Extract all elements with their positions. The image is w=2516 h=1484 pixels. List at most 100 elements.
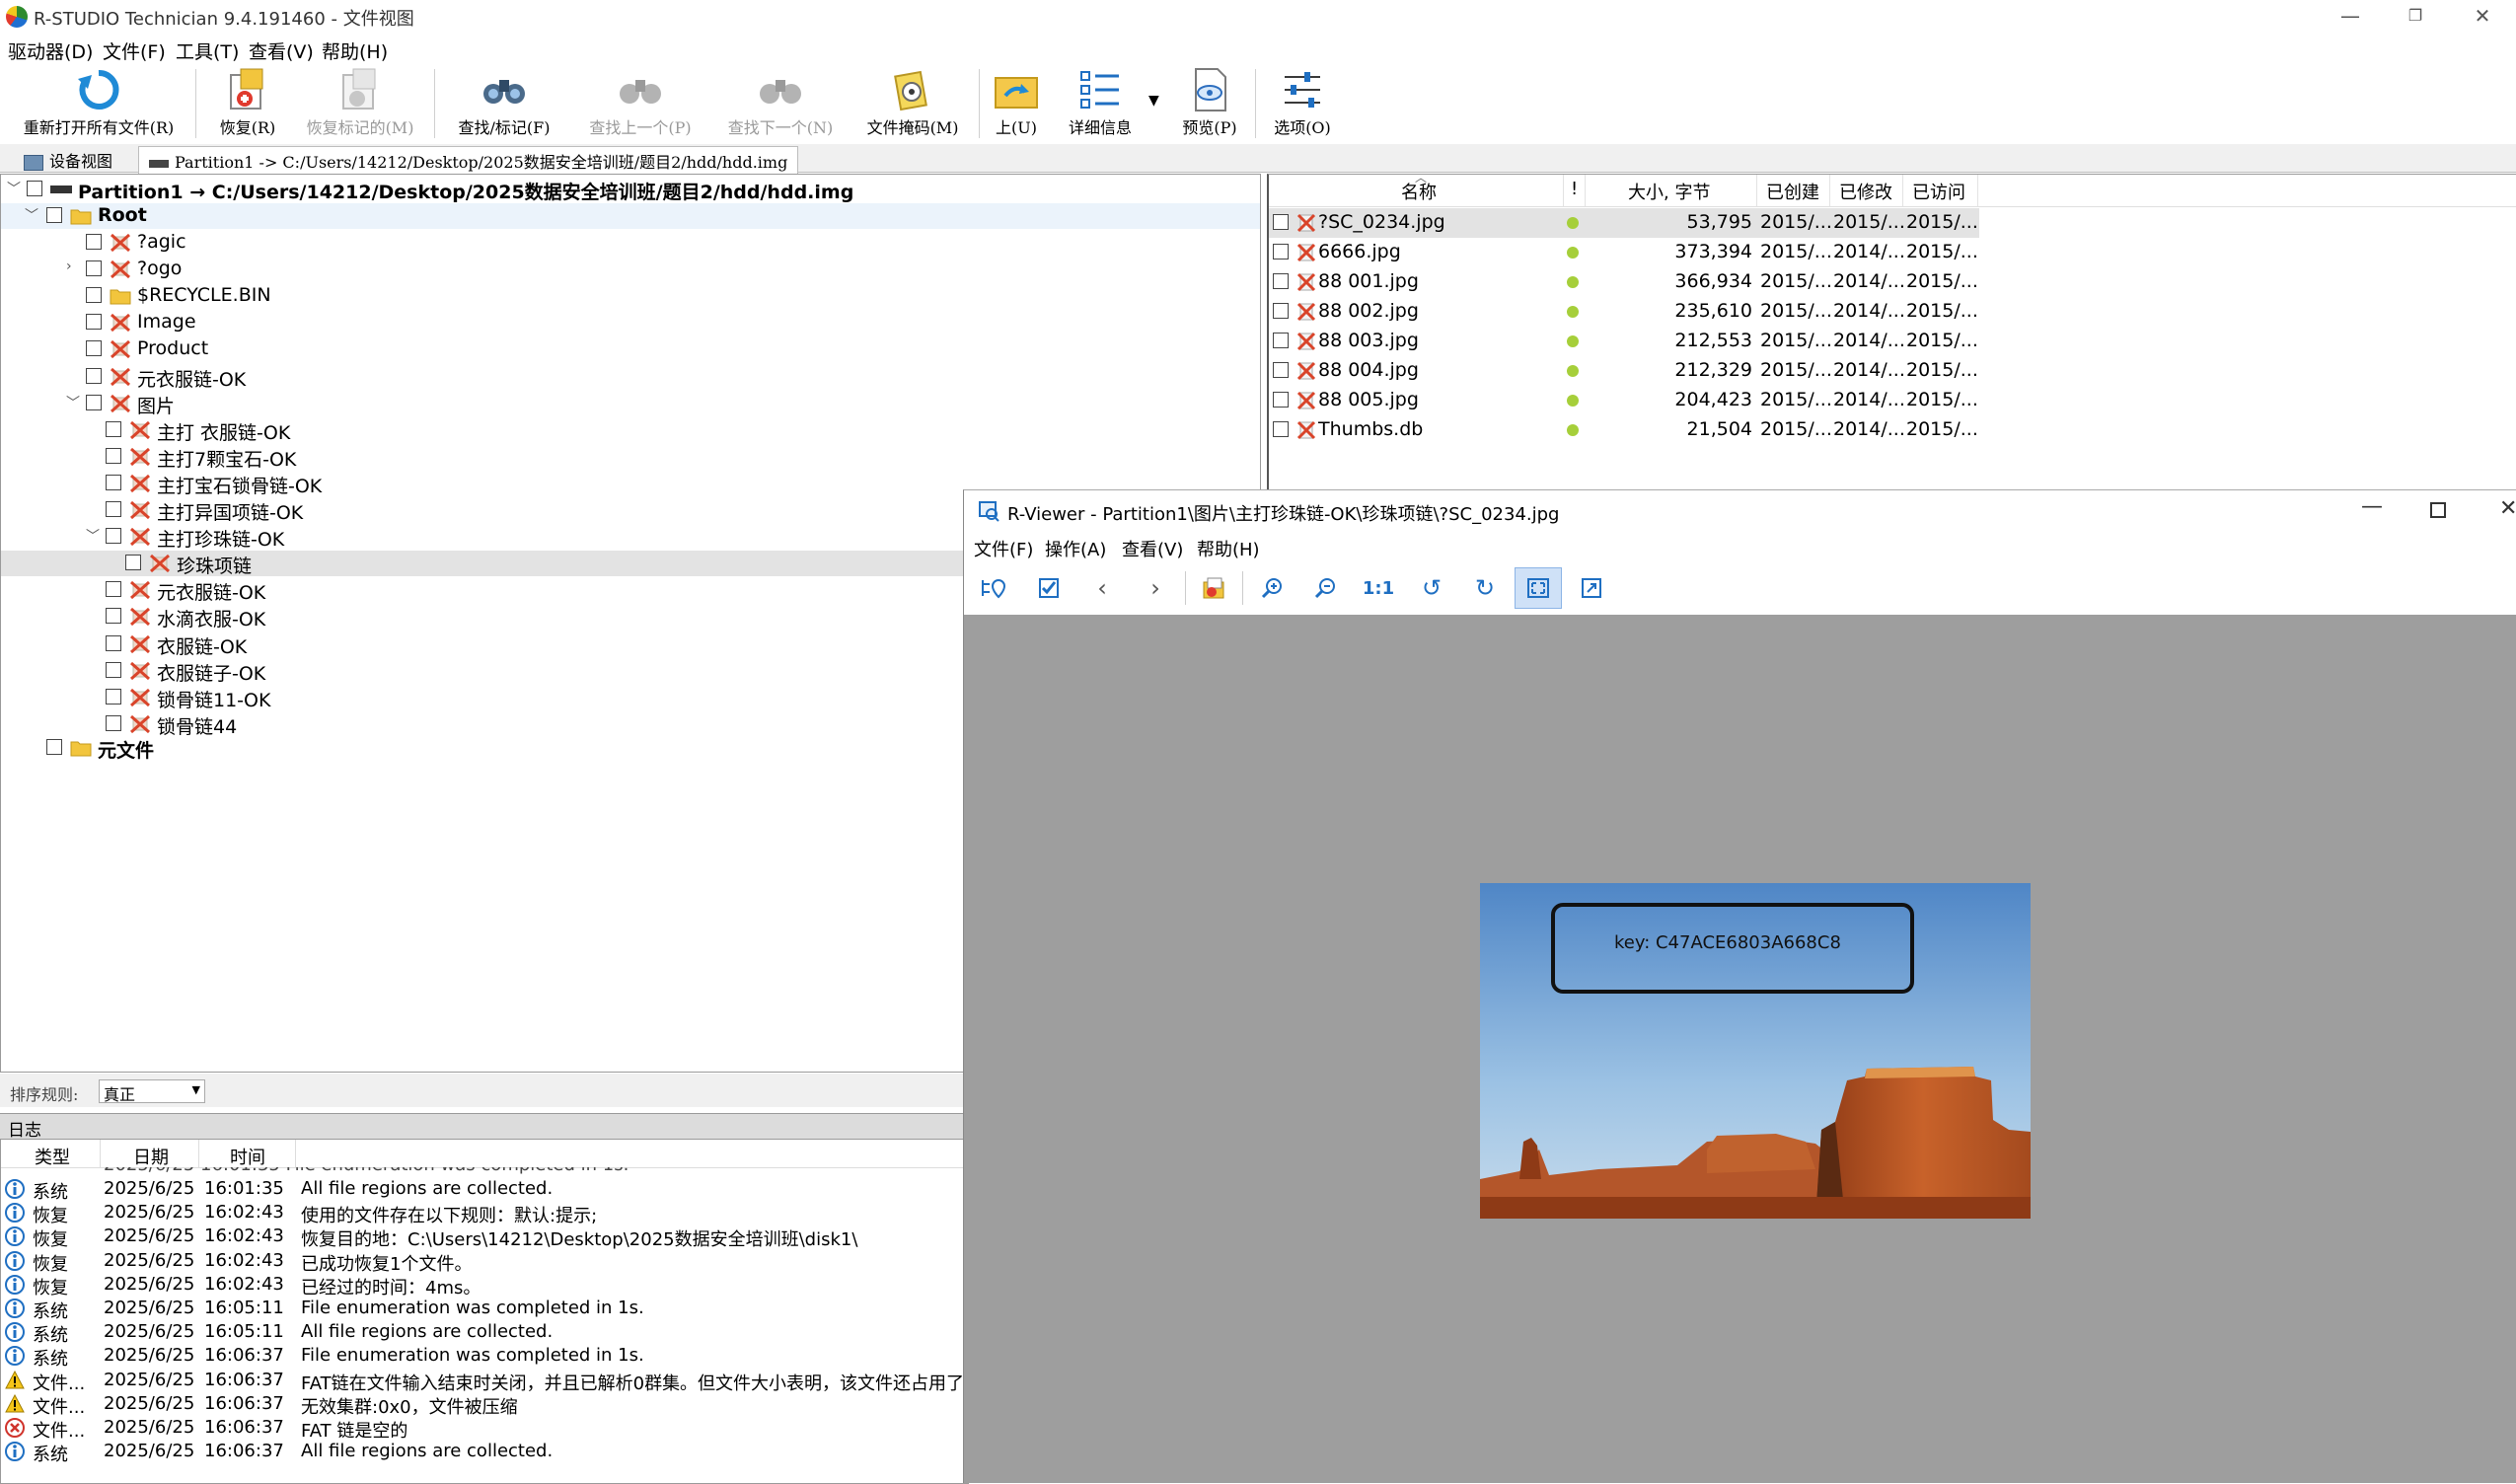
sort-select[interactable]: 真正 ▼ [99, 1079, 205, 1104]
col-flag[interactable]: ! [1571, 179, 1578, 199]
collapse-chevron-icon[interactable]: ﹀ [86, 526, 100, 546]
details-dropdown-icon[interactable]: ▼ [1148, 93, 1159, 109]
log-row[interactable]: 文件... 2025/6/25 16:06:37 FAT 链是空的 [1, 1416, 968, 1442]
collapse-chevron-icon[interactable]: ﹀ [7, 179, 21, 198]
viewer-menu-view[interactable]: 查看(V) [1122, 536, 1183, 561]
tree-checkbox[interactable] [86, 394, 102, 410]
tree-checkbox[interactable] [46, 739, 62, 755]
col-created[interactable]: 已创建 [1766, 179, 1819, 204]
find-prev-button[interactable]: 查找上一个(P) [576, 67, 704, 142]
viewer-locate-button[interactable] [970, 567, 1017, 609]
tree-item[interactable]: Product [1, 336, 1260, 362]
log-row[interactable]: 文件... 2025/6/25 16:06:37 无效集群:0x0，文件被压缩 [1, 1392, 968, 1418]
col-size[interactable]: 大小, 字节 [1628, 179, 1710, 204]
log-col-type[interactable]: 类型 [35, 1144, 70, 1169]
viewer-actual-size-button[interactable]: 1:1 [1355, 567, 1402, 609]
file-row[interactable]: 88 001.jpg 366,934 2015/... 2014/... 2015/..… [1269, 267, 1979, 297]
log-row[interactable]: 系统 2025/6/25 16:05:11 All file regions are … [1, 1320, 968, 1346]
menu-help[interactable]: 帮助(H) [322, 37, 388, 64]
file-checkbox[interactable] [1273, 244, 1289, 260]
tree-checkbox[interactable] [106, 661, 121, 678]
tree-checkbox[interactable] [106, 528, 121, 545]
tree-checkbox[interactable] [106, 688, 121, 705]
viewer-minimize-icon[interactable]: — [2361, 494, 2383, 519]
menu-drive[interactable]: 驱动器(D) [8, 37, 93, 64]
col-modified[interactable]: 已修改 [1839, 179, 1892, 204]
file-checkbox[interactable] [1273, 421, 1289, 437]
log-row[interactable]: 恢复 2025/6/25 16:02:43 已成功恢复1个文件。 [1, 1249, 968, 1275]
viewer-rotate-right-button[interactable]: ↻ [1461, 567, 1509, 609]
tree-checkbox[interactable] [125, 555, 141, 571]
tree-checkbox[interactable] [86, 287, 102, 304]
log-row[interactable]: 系统 2025/6/25 16:06:37 All file regions are … [1, 1440, 968, 1465]
preview-button[interactable]: 预览(P) [1174, 67, 1245, 142]
find-mark-button[interactable]: 查找/标记(F) [444, 67, 564, 142]
tree-checkbox[interactable] [46, 207, 62, 223]
log-row[interactable]: 恢复 2025/6/25 16:02:43 已经过的时间：4ms。 [1, 1273, 968, 1298]
recover-marked-button[interactable]: 恢复标记的(M) [296, 67, 424, 142]
viewer-fullscreen-button[interactable] [1568, 567, 1615, 609]
find-next-button[interactable]: 查找下一个(N) [716, 67, 845, 142]
log-row[interactable]: 系统 2025/6/25 16:06:37 File enumeration was … [1, 1344, 968, 1370]
file-row[interactable]: ?SC_0234.jpg 53,795 2015/... 2015/... 2015/.… [1269, 208, 1979, 238]
file-row[interactable]: 88 004.jpg 212,329 2015/... 2014/... 2015/..… [1269, 356, 1979, 386]
tree-item[interactable]: 主打7颗宝石-OK [1, 444, 1260, 471]
restore-icon[interactable]: ❐ [2396, 6, 2435, 25]
close-icon[interactable]: ✕ [2463, 4, 2502, 28]
tree-item[interactable]: ?agic [1, 230, 1260, 256]
tree-checkbox[interactable] [86, 367, 102, 384]
viewer-menu-help[interactable]: 帮助(H) [1197, 536, 1260, 561]
tree-item[interactable]: ﹀ 图片 [1, 391, 1260, 417]
options-button[interactable]: 选项(O) [1265, 67, 1340, 142]
tree-checkbox[interactable] [86, 234, 102, 250]
tree-checkbox[interactable] [106, 581, 121, 598]
viewer-menu-file[interactable]: 文件(F) [974, 536, 1033, 561]
tree-checkbox[interactable] [106, 634, 121, 651]
log-row[interactable]: 文件... 2025/6/25 16:06:37 FAT链在文件输入结束时关闭，并且已… [1, 1369, 968, 1394]
expand-chevron-icon[interactable]: › [66, 259, 72, 274]
menu-file[interactable]: 文件(F) [103, 37, 166, 64]
viewer-mark-button[interactable] [1025, 567, 1073, 609]
log-row[interactable]: 系统 2025/6/25 16:05:11 File enumeration was … [1, 1297, 968, 1322]
recover-button[interactable]: 恢复(R) [203, 67, 292, 142]
tree-checkbox[interactable] [106, 474, 121, 490]
tree-checkbox[interactable] [106, 608, 121, 625]
tree-checkbox[interactable] [106, 501, 121, 517]
tree-checkbox[interactable] [86, 314, 102, 331]
viewer-rotate-left-button[interactable]: ↺ [1408, 567, 1455, 609]
tree-checkbox[interactable] [106, 714, 121, 731]
file-row[interactable]: Thumbs.db 21,504 2015/... 2014/... 2015/... [1269, 415, 1979, 445]
viewer-fit-button[interactable] [1515, 567, 1562, 609]
file-row[interactable]: 88 005.jpg 204,423 2015/... 2014/... 2015/..… [1269, 386, 1979, 415]
viewer-maximize-icon[interactable] [2430, 502, 2446, 518]
file-checkbox[interactable] [1273, 362, 1289, 378]
tree-item[interactable]: Image [1, 310, 1260, 335]
tree-checkbox[interactable] [106, 420, 121, 437]
tab-partition-files[interactable]: Partition1 -> C:/Users/14212/Desktop/202… [138, 146, 799, 175]
tree-item[interactable]: › ?ogo [1, 257, 1260, 282]
viewer-close-icon[interactable]: ✕ [2499, 496, 2516, 521]
file-checkbox[interactable] [1273, 392, 1289, 408]
file-row[interactable]: 88 003.jpg 212,553 2015/... 2014/... 2015/..… [1269, 327, 1979, 356]
col-accessed[interactable]: 已访问 [1912, 179, 1965, 204]
file-checkbox[interactable] [1273, 303, 1289, 319]
log-row[interactable]: 恢复 2025/6/25 16:02:43 恢复目的地：C:\Users\14212\… [1, 1224, 968, 1250]
tree-checkbox[interactable] [106, 447, 121, 464]
tree-checkbox[interactable] [27, 181, 42, 196]
tab-device-view[interactable]: 设备视图 [14, 146, 122, 174]
log-row[interactable]: 恢复 2025/6/25 16:02:43 使用的文件存在以下规则：默认:提示; [1, 1201, 968, 1226]
tree-item[interactable]: 元衣服链-OK [1, 364, 1260, 391]
file-checkbox[interactable] [1273, 333, 1289, 348]
log-col-time[interactable]: 时间 [230, 1144, 265, 1169]
collapse-chevron-icon[interactable]: ﹀ [66, 393, 80, 412]
log-col-date[interactable]: 日期 [133, 1144, 169, 1169]
menu-view[interactable]: 查看(V) [249, 37, 314, 64]
file-mask-button[interactable]: 文件掩码(M) [858, 67, 967, 142]
file-row[interactable]: 88 002.jpg 235,610 2015/... 2014/... 2015/..… [1269, 297, 1979, 327]
viewer-recover-button[interactable] [1191, 567, 1238, 609]
menu-tools[interactable]: 工具(T) [176, 37, 239, 64]
tree-item[interactable]: 主打 衣服链-OK [1, 417, 1260, 444]
file-row[interactable]: 6666.jpg 373,394 2015/... 2014/... 2015/... [1269, 238, 1979, 267]
col-name[interactable]: 名称 [1401, 179, 1437, 204]
viewer-next-button[interactable]: › [1132, 567, 1179, 609]
